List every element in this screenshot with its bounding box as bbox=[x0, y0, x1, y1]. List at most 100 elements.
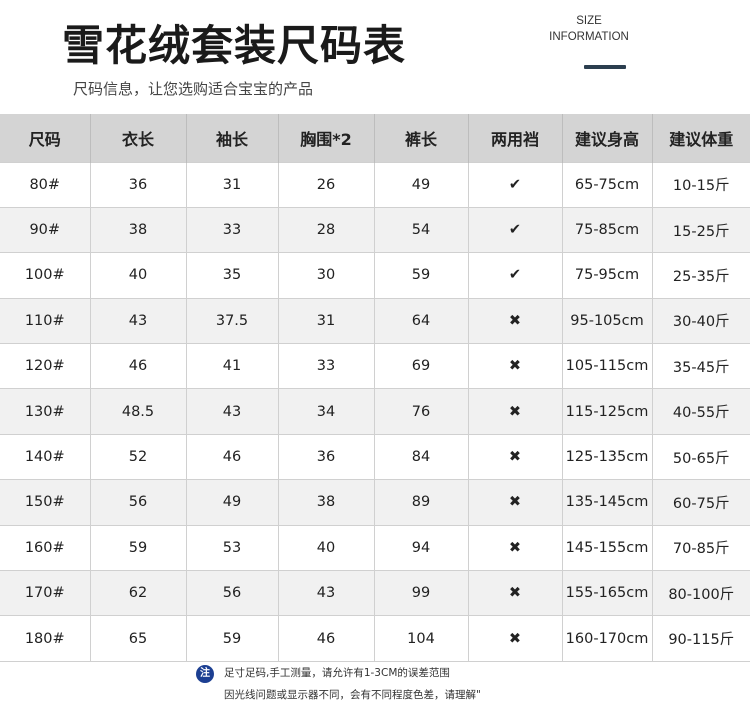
table-row: 110# 43 37.5 31 64 ✖ 95-105cm 30-40斤 bbox=[0, 297, 750, 345]
table-row: 130# 48.5 43 34 76 ✖ 115-125cm 40-55斤 bbox=[0, 388, 750, 435]
note-line1: 足寸足码,手工测量，请允许有1-3CM的误差范围 bbox=[224, 667, 450, 679]
cell-dual-crotch: ✖ bbox=[467, 479, 563, 526]
cell-height: 125-135cm bbox=[561, 433, 653, 481]
cell-size: 180# bbox=[0, 615, 91, 662]
cell-dual-crotch: ✖ bbox=[467, 570, 563, 617]
cell-height: 75-85cm bbox=[561, 206, 653, 254]
cell-sleeve-length: 41 bbox=[185, 343, 279, 390]
cell-dual-crotch: ✖ bbox=[467, 297, 563, 345]
table-header-row: 尺码 衣长 袖长 胸围*2 裤长 两用裆 建议身高 建议体重 bbox=[0, 114, 750, 162]
cell-size: 170# bbox=[0, 570, 91, 617]
cell-weight: 10-15斤 bbox=[651, 161, 750, 208]
cell-chest: 46 bbox=[277, 615, 375, 662]
column-header-top-length: 衣长 bbox=[89, 114, 186, 162]
table-row: 120# 46 41 33 69 ✖ 105-115cm 35-45斤 bbox=[0, 343, 750, 390]
cell-chest: 36 bbox=[277, 433, 375, 481]
cell-sleeve-length: 33 bbox=[185, 206, 279, 254]
cell-size: 140# bbox=[0, 433, 91, 481]
column-header-chest: 胸围*2 bbox=[277, 114, 374, 162]
cell-top-length: 48.5 bbox=[89, 388, 187, 435]
cell-chest: 34 bbox=[277, 388, 375, 435]
cell-size: 80# bbox=[0, 161, 91, 208]
size-label-line1: SIZE bbox=[576, 15, 602, 27]
cell-dual-crotch: ✔ bbox=[467, 206, 563, 254]
cell-pants-length: 89 bbox=[373, 479, 469, 526]
cell-pants-length: 99 bbox=[373, 570, 469, 617]
size-chart-table: 尺码 衣长 袖长 胸围*2 裤长 两用裆 建议身高 建议体重 80# 36 31 26… bbox=[0, 114, 750, 662]
cell-top-length: 62 bbox=[89, 570, 187, 617]
cell-weight: 40-55斤 bbox=[651, 388, 750, 435]
column-header-size: 尺码 bbox=[0, 114, 90, 162]
cell-weight: 50-65斤 bbox=[651, 433, 750, 481]
cell-size: 90# bbox=[0, 206, 91, 254]
cell-size: 110# bbox=[0, 297, 91, 345]
cell-chest: 43 bbox=[277, 570, 375, 617]
column-header-weight: 建议体重 bbox=[651, 114, 750, 162]
cell-weight: 30-40斤 bbox=[651, 297, 750, 345]
cell-top-length: 38 bbox=[89, 206, 187, 254]
cell-size: 130# bbox=[0, 388, 91, 435]
cell-height: 65-75cm bbox=[561, 161, 653, 208]
cell-height: 155-165cm bbox=[561, 570, 653, 617]
cell-size: 100# bbox=[0, 252, 91, 299]
cell-pants-length: 84 bbox=[373, 433, 469, 481]
cell-height: 145-155cm bbox=[561, 524, 653, 572]
cell-top-length: 56 bbox=[89, 479, 187, 526]
cell-sleeve-length: 49 bbox=[185, 479, 279, 526]
cell-sleeve-length: 37.5 bbox=[185, 297, 279, 345]
cell-pants-length: 49 bbox=[373, 161, 469, 208]
cell-chest: 28 bbox=[277, 206, 375, 254]
cell-size: 120# bbox=[0, 343, 91, 390]
cell-weight: 60-75斤 bbox=[651, 479, 750, 526]
page-title: 雪花绒套装尺码表 bbox=[62, 21, 407, 70]
table-row: 150# 56 49 38 89 ✖ 135-145cm 60-75斤 bbox=[0, 479, 750, 526]
cell-weight: 35-45斤 bbox=[651, 343, 750, 390]
cell-chest: 38 bbox=[277, 479, 375, 526]
cell-chest: 31 bbox=[277, 297, 375, 345]
table-row: 140# 52 46 36 84 ✖ 125-135cm 50-65斤 bbox=[0, 433, 750, 481]
cell-pants-length: 59 bbox=[373, 252, 469, 299]
table-body: 80# 36 31 26 49 ✔ 65-75cm 10-15斤 90# 38 33 28 54 ✔ 75-… bbox=[0, 161, 750, 662]
cell-weight: 80-100斤 bbox=[651, 570, 750, 617]
cell-weight: 70-85斤 bbox=[651, 524, 750, 572]
cell-dual-crotch: ✔ bbox=[467, 252, 563, 299]
cell-height: 135-145cm bbox=[561, 479, 653, 526]
cell-top-length: 52 bbox=[89, 433, 187, 481]
table-row: 90# 38 33 28 54 ✔ 75-85cm 15-25斤 bbox=[0, 206, 750, 254]
size-label-line2: INFORMATION bbox=[549, 31, 629, 43]
note-badge: 注 bbox=[196, 665, 214, 683]
table-row: 100# 40 35 30 59 ✔ 75-95cm 25-35斤 bbox=[0, 252, 750, 299]
cell-height: 105-115cm bbox=[561, 343, 653, 390]
cell-height: 95-105cm bbox=[561, 297, 653, 345]
cell-size: 150# bbox=[0, 479, 91, 526]
cell-sleeve-length: 53 bbox=[185, 524, 279, 572]
cell-height: 75-95cm bbox=[561, 252, 653, 299]
cell-top-length: 43 bbox=[89, 297, 187, 345]
cell-pants-length: 94 bbox=[373, 524, 469, 572]
cell-pants-length: 76 bbox=[373, 388, 469, 435]
cell-pants-length: 54 bbox=[373, 206, 469, 254]
size-information-label: SIZE INFORMATION bbox=[540, 13, 638, 45]
cell-top-length: 65 bbox=[89, 615, 187, 662]
cell-chest: 30 bbox=[277, 252, 375, 299]
cell-top-length: 46 bbox=[89, 343, 187, 390]
column-header-pants-length: 裤长 bbox=[373, 114, 468, 162]
cell-sleeve-length: 43 bbox=[185, 388, 279, 435]
table-row: 160# 59 53 40 94 ✖ 145-155cm 70-85斤 bbox=[0, 524, 750, 572]
cell-size: 160# bbox=[0, 524, 91, 572]
cell-sleeve-length: 56 bbox=[185, 570, 279, 617]
cell-top-length: 59 bbox=[89, 524, 187, 572]
accent-bar bbox=[584, 65, 626, 69]
column-header-height: 建议身高 bbox=[561, 114, 652, 162]
cell-sleeve-length: 35 bbox=[185, 252, 279, 299]
cell-top-length: 36 bbox=[89, 161, 187, 208]
cell-weight: 15-25斤 bbox=[651, 206, 750, 254]
cell-sleeve-length: 31 bbox=[185, 161, 279, 208]
cell-sleeve-length: 46 bbox=[185, 433, 279, 481]
cell-dual-crotch: ✖ bbox=[467, 388, 563, 435]
cell-dual-crotch: ✖ bbox=[467, 343, 563, 390]
cell-weight: 90-115斤 bbox=[651, 615, 750, 662]
cell-dual-crotch: ✖ bbox=[467, 433, 563, 481]
note-line2: 因光线问题或显示器不同，会有不同程度色差，请理解" bbox=[224, 689, 481, 701]
column-header-dual-crotch: 两用裆 bbox=[467, 114, 562, 162]
